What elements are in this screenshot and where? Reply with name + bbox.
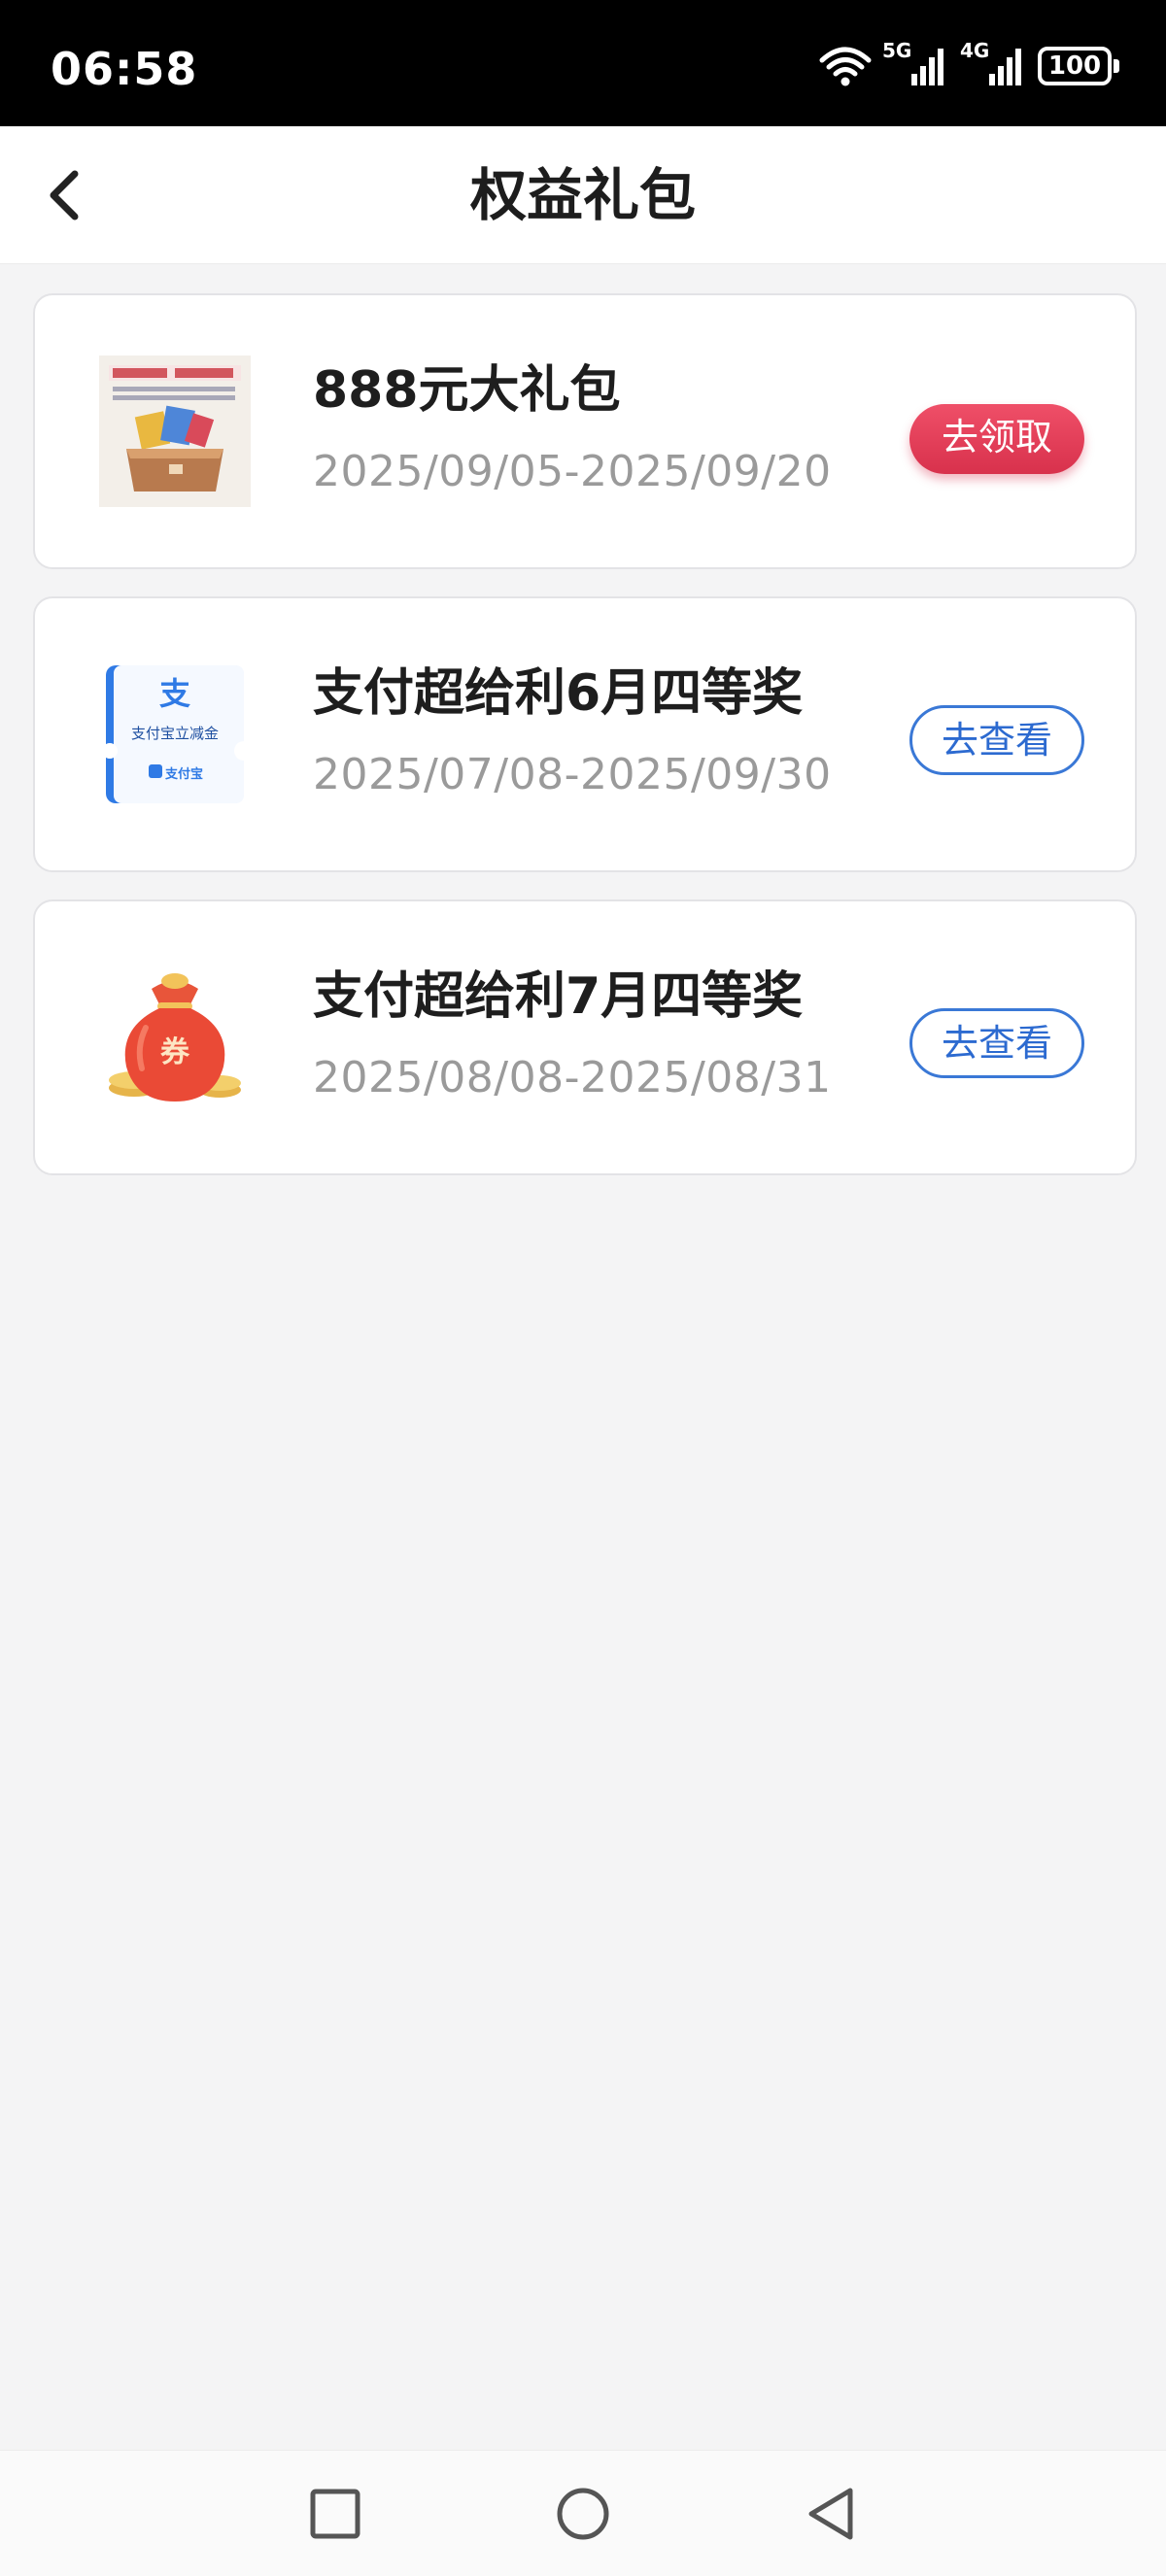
wifi-icon	[818, 45, 873, 87]
gift-box-icon	[97, 354, 253, 509]
coupon-brand: 支付宝	[165, 767, 204, 782]
item-date-range: 2025/08/08-2025/08/31	[313, 1053, 832, 1102]
alipay-coupon-icon: 支 支付宝立减金 支付宝	[97, 657, 253, 812]
recent-apps-button[interactable]	[301, 2480, 369, 2548]
network-4g-label: 4G	[960, 39, 990, 62]
view-button[interactable]: 去查看	[909, 705, 1084, 775]
red-lucky-bag-icon: 券	[97, 960, 253, 1115]
page-title: 权益礼包	[469, 162, 696, 228]
svg-text:支: 支	[159, 675, 190, 712]
coupon-badge-text: 券	[160, 1035, 189, 1069]
item-date-range: 2025/09/05-2025/09/20	[313, 447, 832, 496]
status-bar: 06:58 5G 4G 100	[0, 0, 1166, 126]
system-nav-bar	[0, 2450, 1166, 2576]
item-date-range: 2025/07/08-2025/09/30	[313, 750, 832, 799]
home-button[interactable]	[549, 2480, 617, 2548]
status-icons: 5G 4G 100	[818, 39, 1119, 87]
claim-button[interactable]: 去领取	[909, 404, 1084, 474]
list-item[interactable]: 888元大礼包 2025/09/05-2025/09/20 去领取	[33, 293, 1137, 569]
recent-apps-icon	[310, 2489, 360, 2539]
status-time: 06:58	[51, 43, 198, 95]
network-5g-label: 5G	[882, 39, 912, 62]
home-icon	[557, 2488, 609, 2540]
battery-level: 100	[1047, 51, 1102, 81]
battery-icon: 100	[1038, 47, 1119, 85]
view-button[interactable]: 去查看	[909, 1008, 1084, 1078]
signal-4g-icon: 4G	[960, 39, 1028, 87]
back-triangle-icon	[808, 2488, 853, 2540]
app-header: 权益礼包	[0, 126, 1166, 264]
item-title: 支付超给利7月四等奖	[313, 967, 804, 1026]
item-title: 888元大礼包	[313, 361, 621, 420]
list-item[interactable]: 支 支付宝立减金 支付宝 支付超给利6月四等奖 2025/07/08-2025/…	[33, 596, 1137, 872]
list-item[interactable]: 券 支付超给利7月四等奖 2025/08/08-2025/08/31 去查看	[33, 899, 1137, 1175]
coupon-text: 支付宝立减金	[130, 725, 219, 742]
benefit-list: 888元大礼包 2025/09/05-2025/09/20 去领取 支 支付宝立…	[33, 293, 1137, 1203]
back-nav-button[interactable]	[797, 2480, 865, 2548]
signal-5g-icon: 5G	[882, 39, 950, 87]
item-title: 支付超给利6月四等奖	[313, 664, 804, 723]
